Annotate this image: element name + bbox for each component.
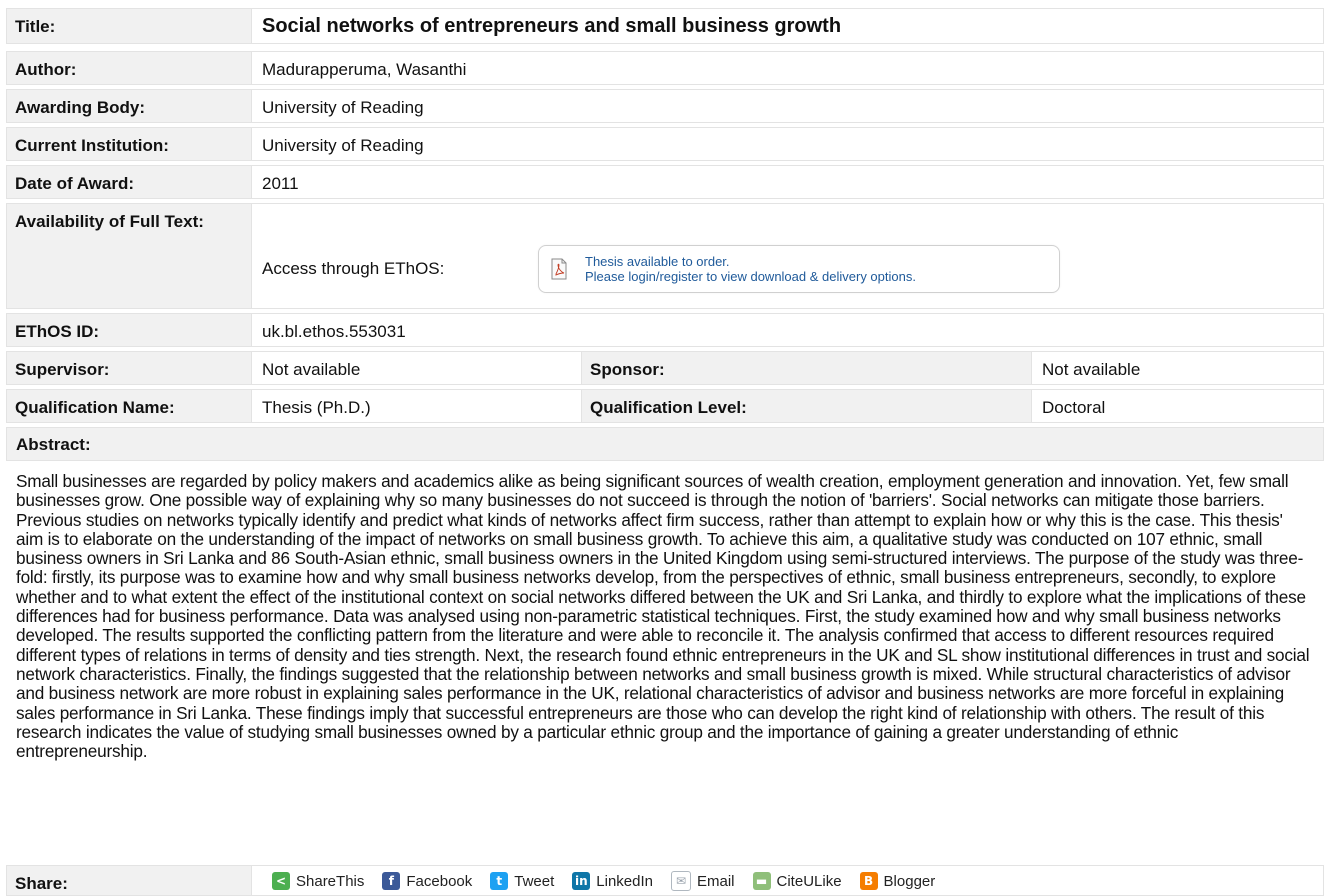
current-institution-label: Current Institution:	[7, 128, 252, 160]
thesis-record-page: Title: Social networks of entrepreneurs …	[0, 0, 1328, 896]
qualification-level-label: Qualification Level:	[582, 390, 1032, 422]
share-blogger-button[interactable]: B Blogger	[859, 872, 936, 890]
share-email-button[interactable]: ✉ Email	[671, 871, 735, 891]
availability-value: Access through EThOS: Thesis available t…	[252, 204, 1323, 308]
ethos-id-value: uk.bl.ethos.553031	[252, 314, 1323, 346]
date-row: Date of Award: 2011	[6, 165, 1324, 199]
linkedin-icon: in	[572, 872, 591, 890]
author-label: Author:	[7, 52, 252, 84]
thesis-title: Social networks of entrepreneurs and sma…	[252, 9, 1323, 43]
share-citeulike-button[interactable]: ▬ CiteULike	[752, 872, 842, 890]
share-linkedin-label: LinkedIn	[596, 872, 653, 890]
share-row: Share: < ShareThis f Facebook t Tweet in…	[6, 865, 1324, 896]
supervisor-sponsor-row: Supervisor: Not available Sponsor: Not a…	[6, 351, 1324, 385]
share-tweet-label: Tweet	[514, 872, 555, 890]
current-institution-row: Current Institution: University of Readi…	[6, 127, 1324, 161]
access-link-order[interactable]: Thesis available to order.	[585, 254, 916, 269]
share-facebook-label: Facebook	[406, 872, 473, 890]
qualification-name-value: Thesis (Ph.D.)	[252, 390, 582, 422]
access-link-login[interactable]: Please login/register to view download &…	[585, 269, 916, 284]
email-icon: ✉	[671, 871, 691, 891]
share-facebook-button[interactable]: f Facebook	[382, 872, 472, 890]
supervisor-value: Not available	[252, 352, 582, 384]
date-label: Date of Award:	[7, 166, 252, 198]
citeulike-icon: ▬	[752, 872, 771, 890]
sponsor-label: Sponsor:	[582, 352, 1032, 384]
availability-label: Availability of Full Text:	[7, 204, 252, 308]
title-label: Title:	[7, 9, 252, 43]
title-row: Title: Social networks of entrepreneurs …	[6, 8, 1324, 44]
share-label: Share:	[7, 866, 252, 895]
share-linkedin-button[interactable]: in LinkedIn	[572, 872, 653, 890]
current-institution-value: University of Reading	[252, 128, 1323, 160]
share-citeulike-label: CiteULike	[776, 872, 842, 890]
availability-row: Availability of Full Text: Access throug…	[6, 203, 1324, 309]
ethos-access-box[interactable]: Thesis available to order. Please login/…	[538, 245, 1060, 293]
awarding-body-row: Awarding Body: University of Reading	[6, 89, 1324, 123]
share-email-label: Email	[697, 872, 735, 890]
author-value: Madurapperuma, Wasanthi	[252, 52, 1323, 84]
share-sharethis-label: ShareThis	[296, 872, 365, 890]
awarding-body-value: University of Reading	[252, 90, 1323, 122]
share-bar: < ShareThis f Facebook t Tweet in Linked…	[252, 866, 1323, 895]
sharethis-icon: <	[272, 872, 290, 890]
awarding-body-label: Awarding Body:	[7, 90, 252, 122]
twitter-icon: t	[490, 872, 509, 890]
share-tweet-button[interactable]: t Tweet	[490, 872, 554, 890]
supervisor-label: Supervisor:	[7, 352, 252, 384]
blogger-icon: B	[859, 872, 878, 890]
abstract-label: Abstract:	[6, 427, 1324, 461]
qualification-name-label: Qualification Name:	[7, 390, 252, 422]
sponsor-value: Not available	[1032, 352, 1323, 384]
ethos-id-label: EThOS ID:	[7, 314, 252, 346]
facebook-icon: f	[382, 872, 401, 890]
author-row: Author: Madurapperuma, Wasanthi	[6, 51, 1324, 85]
pdf-icon	[549, 257, 569, 281]
date-value: 2011	[252, 166, 1323, 198]
abstract-text: Small businesses are regarded by policy …	[16, 471, 1310, 762]
qualification-row: Qualification Name: Thesis (Ph.D.) Quali…	[6, 389, 1324, 423]
access-label: Access through EThOS:	[262, 259, 445, 278]
qualification-level-value: Doctoral	[1032, 390, 1323, 422]
ethos-id-row: EThOS ID: uk.bl.ethos.553031	[6, 313, 1324, 347]
share-sharethis-button[interactable]: < ShareThis	[272, 872, 364, 890]
share-blogger-label: Blogger	[883, 872, 936, 890]
